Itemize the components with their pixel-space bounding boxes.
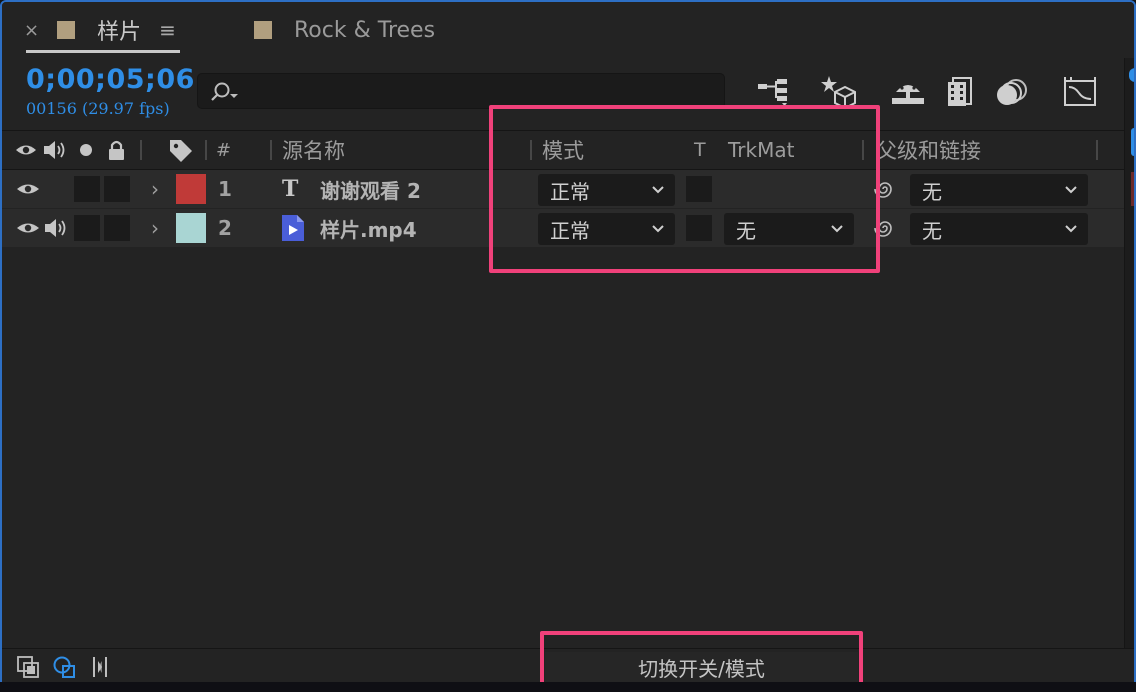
expand-chevron-icon[interactable]: ›: [151, 209, 159, 247]
layer-switches-icon[interactable]: [16, 655, 40, 679]
layer-search-input[interactable]: [197, 73, 725, 109]
parent-value: 无: [922, 218, 942, 243]
in-out-duration-icon[interactable]: [88, 655, 112, 679]
panel-footer: 切换开关/模式: [2, 648, 1134, 684]
blend-mode-dropdown[interactable]: 正常: [538, 213, 675, 245]
chevron-down-icon: [1065, 186, 1077, 194]
tab-label: 样片: [97, 20, 142, 45]
chevron-down-icon: [1065, 225, 1077, 233]
parent-dropdown[interactable]: 无: [910, 213, 1088, 245]
timeline-panel: × 样片 ≡ Rock & Trees 0;00;05;06 00156 (29…: [0, 0, 1136, 692]
frame-count-display: 00156 (29.97 fps): [26, 99, 170, 118]
column-separator: [530, 140, 532, 160]
blend-mode-value: 正常: [550, 218, 590, 243]
motion-blur-icon[interactable]: [992, 72, 1032, 112]
av-features-header: [14, 131, 126, 169]
draft-3d-icon[interactable]: [820, 72, 860, 112]
layer-name[interactable]: 谢谢观看 2: [320, 170, 421, 208]
visibility-eye-icon[interactable]: [16, 209, 40, 247]
graph-editor-icon[interactable]: [1060, 72, 1100, 112]
layer-column-header: # 源名称 模式 T TrkMat 父级和链接: [2, 130, 1134, 170]
solo-switch[interactable]: [74, 176, 100, 202]
preserve-transparency-switch[interactable]: [686, 176, 712, 202]
layer-number-header[interactable]: #: [216, 131, 231, 169]
time-navigator-handle[interactable]: [1129, 68, 1134, 82]
layer-label-color[interactable]: [176, 209, 206, 247]
preserve-transparency-header[interactable]: T: [694, 131, 706, 169]
column-separator: [270, 140, 272, 160]
current-time-display[interactable]: 0;00;05;06: [26, 64, 195, 95]
layer-index: 1: [218, 177, 232, 201]
close-tab-icon[interactable]: ×: [24, 20, 39, 41]
layer-row[interactable]: › 2 样片.mp4 正常 无 无: [2, 209, 1134, 247]
audio-speaker-icon[interactable]: [44, 209, 70, 247]
chevron-down-icon: [652, 225, 664, 233]
desktop-background: [0, 682, 1136, 692]
chevron-down-icon: [652, 186, 664, 194]
panel-menu-icon[interactable]: ≡: [159, 18, 176, 42]
pick-whip-icon[interactable]: [874, 170, 896, 208]
parent-value: 无: [922, 179, 942, 204]
preserve-transparency-switch[interactable]: [686, 215, 712, 241]
column-separator: [205, 140, 207, 160]
lock-switch[interactable]: [104, 215, 130, 241]
expand-chevron-icon[interactable]: ›: [151, 170, 159, 208]
tab-rock-and-trees[interactable]: Rock & Trees: [254, 14, 435, 46]
visibility-eye-icon[interactable]: [16, 170, 40, 208]
shy-layers-icon[interactable]: [888, 72, 928, 112]
toggle-switches-modes-button[interactable]: 切换开关/模式: [545, 652, 858, 682]
composition-flowchart-icon[interactable]: [754, 72, 794, 112]
lock-switch[interactable]: [104, 176, 130, 202]
trkmat-value: 无: [736, 218, 756, 243]
layer-label-color[interactable]: [176, 170, 206, 208]
mode-header[interactable]: 模式: [542, 131, 584, 169]
trkmat-dropdown[interactable]: 无: [724, 213, 854, 245]
work-area-marker[interactable]: [1131, 128, 1134, 156]
video-file-icon: [280, 209, 306, 247]
blend-mode-dropdown[interactable]: 正常: [538, 174, 675, 206]
search-icon: [211, 82, 238, 101]
text-layer-icon: T: [282, 176, 299, 202]
label-tag-icon[interactable]: [168, 131, 194, 169]
frame-blending-icon[interactable]: [940, 72, 980, 112]
source-name-header[interactable]: 源名称: [282, 131, 345, 169]
column-separator: [1096, 140, 1098, 160]
chevron-down-icon: [831, 225, 843, 233]
blend-mode-value: 正常: [550, 179, 590, 204]
transfer-controls-icon[interactable]: [52, 655, 76, 679]
parent-link-header[interactable]: 父级和链接: [876, 131, 981, 169]
layer-row[interactable]: › 1 T 谢谢观看 2 正常 无: [2, 170, 1134, 208]
column-separator: [140, 140, 142, 160]
tab-yangpian[interactable]: × 样片 ≡: [24, 14, 180, 53]
tab-label: Rock & Trees: [294, 17, 436, 43]
parent-dropdown[interactable]: 无: [910, 174, 1088, 206]
layer-name[interactable]: 样片.mp4: [320, 209, 417, 247]
timeline-area-edge[interactable]: [1124, 58, 1134, 648]
column-separator: [862, 140, 864, 160]
trkmat-header[interactable]: TrkMat: [728, 131, 794, 169]
solo-switch[interactable]: [74, 215, 100, 241]
tab-bar: × 样片 ≡ Rock & Trees: [2, 2, 1134, 58]
layer-index: 2: [218, 216, 232, 240]
comp-color-swatch: [254, 21, 272, 39]
comp-color-swatch: [57, 21, 76, 39]
layer-bar-fragment[interactable]: [1131, 172, 1134, 206]
pick-whip-icon[interactable]: [874, 209, 896, 247]
